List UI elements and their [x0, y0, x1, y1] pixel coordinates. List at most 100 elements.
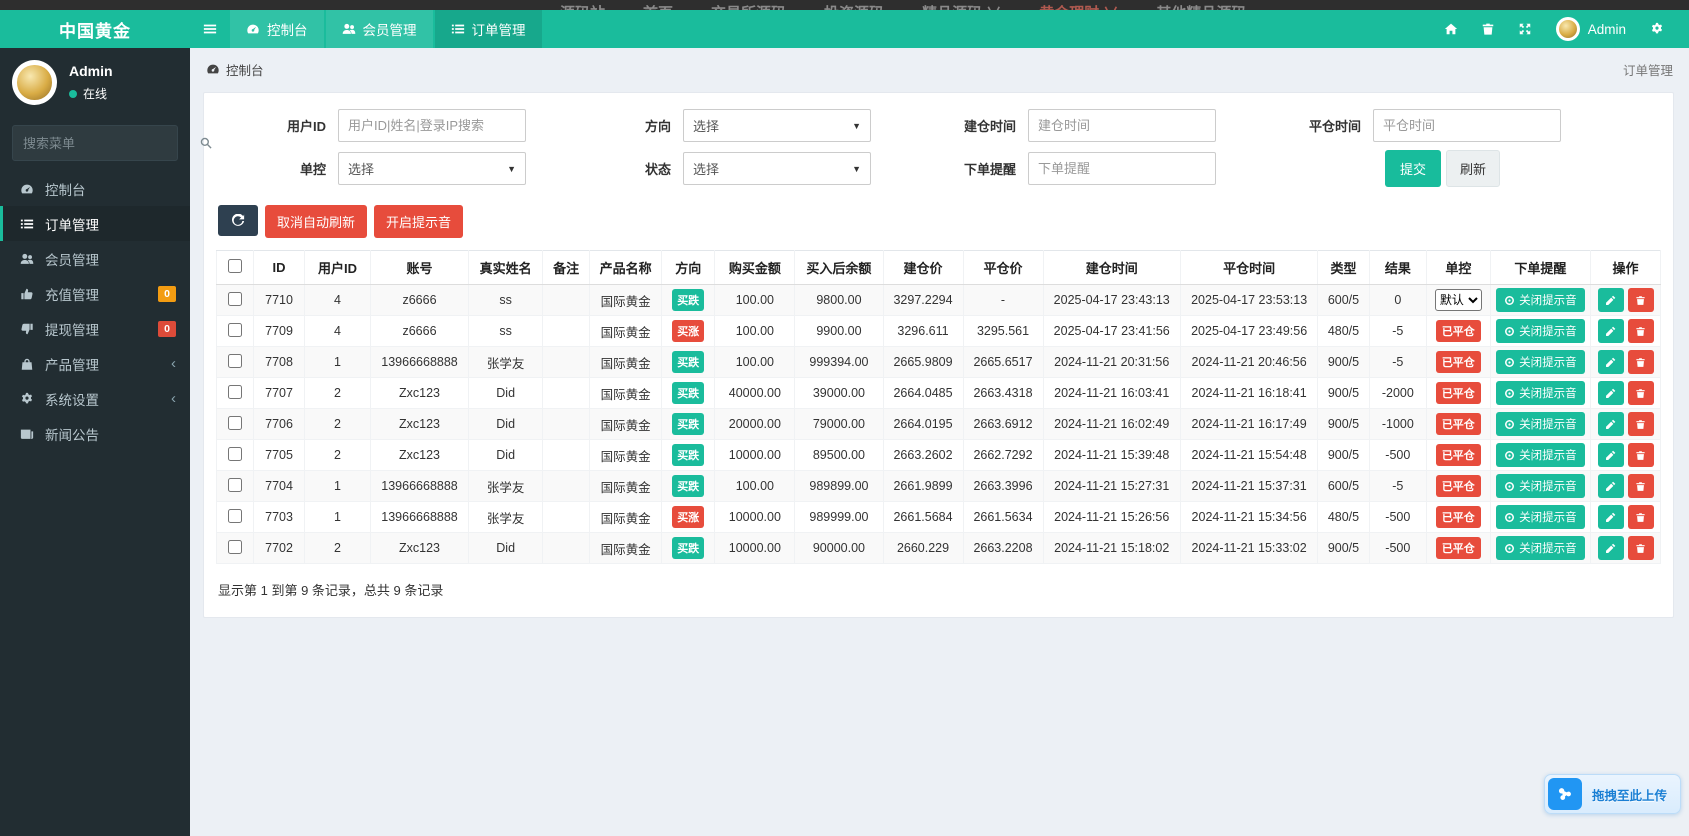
column-header-ID[interactable]: ID — [252, 250, 306, 285]
edit-button[interactable] — [1597, 536, 1624, 560]
search-icon[interactable] — [199, 136, 213, 150]
delete-button[interactable] — [1627, 443, 1654, 467]
edit-button[interactable] — [1597, 505, 1624, 529]
column-header-建仓时间[interactable]: 建仓时间 — [1042, 250, 1181, 285]
column-header-结果[interactable]: 结果 — [1368, 250, 1428, 285]
close-sound-button[interactable]: 关闭提示音 — [1496, 319, 1585, 343]
order-remind-input[interactable] — [1028, 152, 1216, 185]
column-header-真实姓名[interactable]: 真实姓名 — [468, 250, 544, 285]
delete-button[interactable] — [1627, 536, 1654, 560]
nav-item-控制台[interactable]: 控制台 — [230, 10, 324, 48]
edit-button[interactable] — [1597, 412, 1624, 436]
sidebar-item-提现管理[interactable]: 提现管理 0 — [0, 311, 190, 346]
direction-badge-down: 买跌 — [672, 289, 705, 311]
delete-button[interactable] — [1627, 505, 1654, 529]
close-sound-button[interactable]: 关闭提示音 — [1496, 381, 1585, 405]
sidebar-item-产品管理[interactable]: 产品管理 ‹ — [0, 346, 190, 381]
clear-cache-button[interactable] — [1470, 10, 1507, 48]
breadcrumb-left-label[interactable]: 控制台 — [226, 60, 264, 79]
row-checkbox[interactable] — [227, 415, 242, 430]
column-header-方向[interactable]: 方向 — [661, 250, 716, 285]
open-time-input[interactable] — [1028, 109, 1216, 142]
nav-item-会员管理[interactable]: 会员管理 — [325, 10, 433, 48]
sidebar-item-新闻公告[interactable]: 新闻公告 — [0, 416, 190, 451]
column-header-操作[interactable]: 操作 — [1590, 250, 1661, 285]
user-id-input[interactable] — [338, 109, 526, 142]
close-sound-button[interactable]: 关闭提示音 — [1496, 288, 1585, 312]
fullscreen-button[interactable] — [1507, 10, 1544, 48]
close-sound-button[interactable]: 关闭提示音 — [1496, 443, 1585, 467]
column-header-下单提醒[interactable]: 下单提醒 — [1489, 250, 1592, 285]
column-header-买入后余额[interactable]: 买入后余额 — [794, 250, 884, 285]
brand-logo[interactable]: 中国黄金 — [0, 10, 190, 48]
column-header-建仓价[interactable]: 建仓价 — [882, 250, 964, 285]
close-sound-button[interactable]: 关闭提示音 — [1496, 505, 1585, 529]
sidebar-item-会员管理[interactable]: 会员管理 — [0, 241, 190, 276]
edit-button[interactable] — [1597, 474, 1624, 498]
delete-button[interactable] — [1627, 412, 1654, 436]
delete-button[interactable] — [1627, 381, 1654, 405]
close-sound-button[interactable]: 关闭提示音 — [1496, 412, 1585, 436]
filter-form: 用户ID 方向 选择 ▼ 建仓时间 平仓时间 — [216, 109, 1661, 187]
status-select[interactable]: 选择 ▼ — [683, 152, 871, 185]
close-sound-label: 关闭提示音 — [1519, 357, 1577, 369]
column-header-类型[interactable]: 类型 — [1317, 250, 1370, 285]
cell-result: -1000 — [1368, 408, 1428, 440]
row-checkbox[interactable] — [227, 384, 242, 399]
row-checkbox[interactable] — [227, 291, 242, 306]
drag-upload-widget[interactable]: 拖拽至此上传 — [1543, 774, 1681, 814]
row-checkbox[interactable] — [227, 508, 242, 523]
column-header-产品名称[interactable]: 产品名称 — [589, 250, 663, 285]
sidebar-item-系统设置[interactable]: 系统设置 ‹ — [0, 381, 190, 416]
row-checkbox[interactable] — [227, 539, 242, 554]
sidebar-toggle-button[interactable] — [190, 10, 230, 48]
column-header-单控[interactable]: 单控 — [1426, 250, 1491, 285]
close-sound-button[interactable]: 关闭提示音 — [1496, 350, 1585, 374]
row-control-select[interactable]: 默认 — [1434, 289, 1482, 311]
delete-button[interactable] — [1627, 319, 1654, 343]
sidebar-item-控制台[interactable]: 控制台 — [0, 171, 190, 206]
cell-open-price: 2663.2602 — [882, 439, 964, 471]
user-menu[interactable]: Admin — [1544, 17, 1638, 41]
delete-button[interactable] — [1627, 350, 1654, 374]
row-checkbox[interactable] — [227, 353, 242, 368]
sidebar-item-充值管理[interactable]: 充值管理 0 — [0, 276, 190, 311]
close-sound-button[interactable]: 关闭提示音 — [1496, 474, 1585, 498]
submit-button[interactable]: 提交 — [1385, 150, 1442, 187]
reload-table-button[interactable] — [218, 205, 258, 236]
delete-button[interactable] — [1627, 474, 1654, 498]
edit-button[interactable] — [1597, 319, 1624, 343]
column-header-平仓价[interactable]: 平仓价 — [962, 250, 1044, 285]
sidebar-item-订单管理[interactable]: 订单管理 — [0, 206, 190, 241]
edit-button[interactable] — [1597, 443, 1624, 467]
enable-sound-button[interactable]: 开启提示音 — [374, 205, 464, 238]
navbar-menu: 控制台 会员管理 订单管理 — [190, 10, 544, 48]
table-toolbar: 取消自动刷新 开启提示音 — [218, 205, 1661, 238]
column-header-购买金额[interactable]: 购买金额 — [714, 250, 796, 285]
settings-button[interactable] — [1638, 10, 1675, 48]
edit-button[interactable] — [1597, 381, 1624, 405]
control-select[interactable]: 选择 ▼ — [338, 152, 526, 185]
column-header-账号[interactable]: 账号 — [369, 250, 470, 285]
column-header-用户ID[interactable]: 用户ID — [304, 250, 371, 285]
row-checkbox[interactable] — [227, 322, 242, 337]
refresh-button[interactable]: 刷新 — [1446, 150, 1501, 187]
nav-item-订单管理[interactable]: 订单管理 — [434, 10, 542, 48]
direction-select[interactable]: 选择 ▼ — [683, 109, 871, 142]
row-checkbox[interactable] — [227, 446, 242, 461]
edit-button[interactable] — [1597, 288, 1624, 312]
cell-remark — [542, 284, 591, 316]
cancel-auto-refresh-button[interactable]: 取消自动刷新 — [265, 205, 368, 238]
edit-button[interactable] — [1597, 350, 1624, 374]
sidebar-search-input[interactable] — [23, 135, 199, 151]
delete-button[interactable] — [1627, 288, 1654, 312]
select-all-checkbox[interactable] — [227, 259, 242, 273]
close-time-input[interactable] — [1373, 109, 1561, 142]
column-header-备注[interactable]: 备注 — [542, 250, 591, 285]
close-sound-button[interactable]: 关闭提示音 — [1496, 536, 1585, 560]
row-checkbox[interactable] — [227, 477, 242, 492]
cell-real-name: ss — [468, 315, 544, 347]
home-button[interactable] — [1433, 10, 1470, 48]
cell-control: 已平仓 — [1426, 532, 1491, 564]
column-header-平仓时间[interactable]: 平仓时间 — [1179, 250, 1319, 285]
